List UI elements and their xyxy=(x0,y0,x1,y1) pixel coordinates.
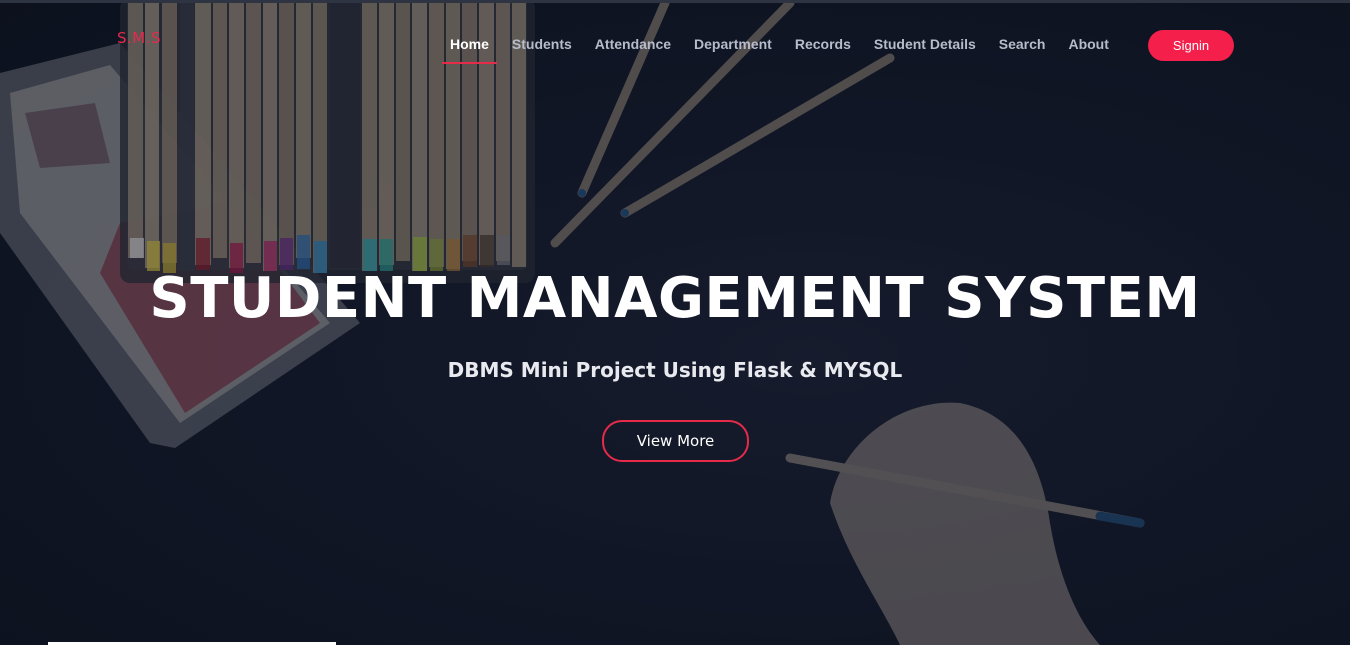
nav-item-students[interactable]: Students xyxy=(504,36,580,62)
nav-item-student-details[interactable]: Student Details xyxy=(866,36,984,62)
view-more-button[interactable]: View More xyxy=(602,420,749,462)
nav-item-department[interactable]: Department xyxy=(686,36,780,62)
nav-item-home[interactable]: Home xyxy=(442,36,497,64)
hero-subtitle: DBMS Mini Project Using Flask & MYSQL xyxy=(447,358,903,382)
signin-button[interactable]: Signin xyxy=(1148,30,1234,61)
hero-title: STUDENT MANAGEMENT SYSTEM xyxy=(149,266,1201,331)
nav-item-attendance[interactable]: Attendance xyxy=(587,36,679,62)
main-navigation: Home Students Attendance Department Reco… xyxy=(442,36,1124,66)
nav-item-about[interactable]: About xyxy=(1060,36,1116,62)
nav-item-records[interactable]: Records xyxy=(787,36,859,62)
nav-item-search[interactable]: Search xyxy=(991,36,1054,62)
brand-logo[interactable]: S.M.S xyxy=(117,29,161,47)
